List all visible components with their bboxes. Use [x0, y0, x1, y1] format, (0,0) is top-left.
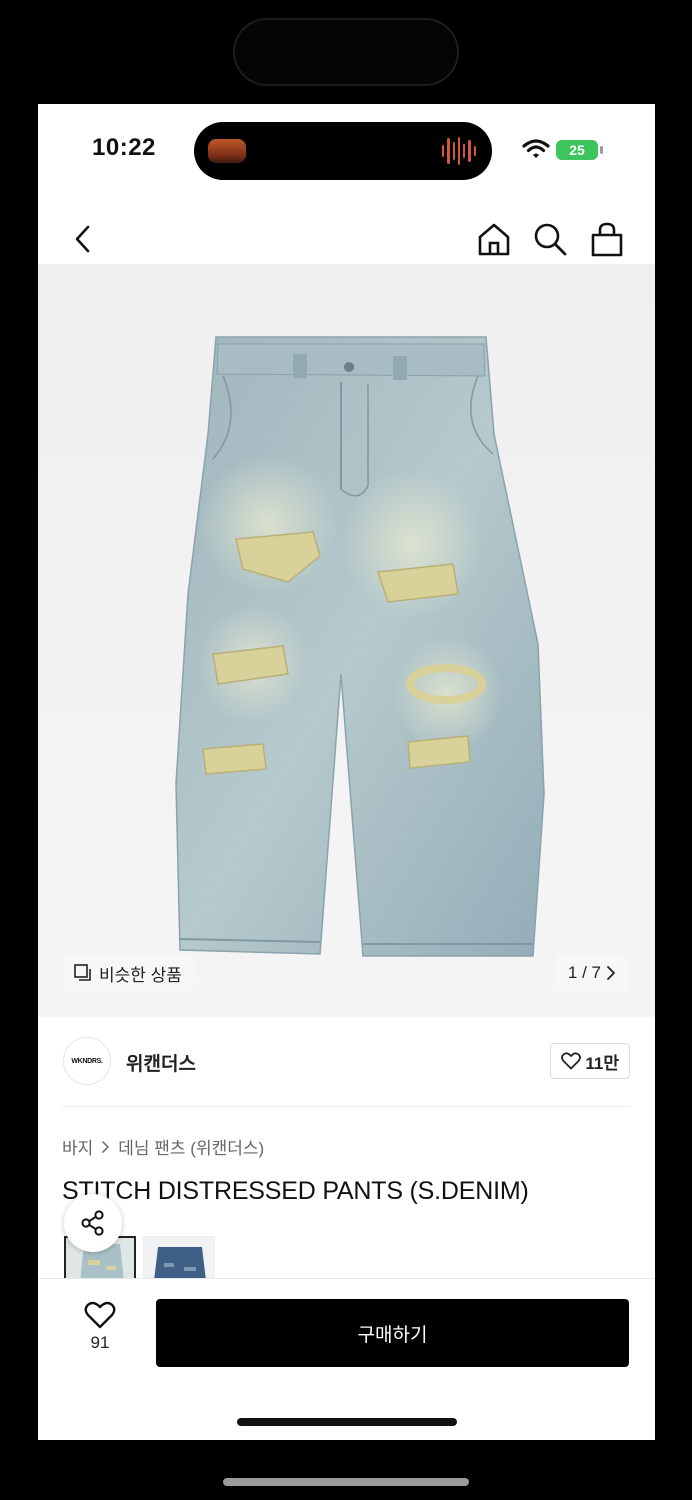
cart-button[interactable] — [588, 220, 626, 258]
heart-icon — [561, 1052, 582, 1070]
share-icon — [81, 1210, 104, 1236]
bottom-purchase-bar: 91 구매하기 — [38, 1278, 655, 1440]
device-top-pill — [233, 18, 459, 86]
denim-pants-image — [175, 336, 545, 957]
similar-products-button[interactable]: 비슷한 상품 — [63, 955, 194, 991]
breadcrumb-subcategory[interactable]: 데님 팬츠 (위캔더스) — [118, 1134, 264, 1159]
status-time: 10:22 — [92, 134, 156, 161]
now-playing-artwork — [208, 139, 246, 163]
search-button[interactable] — [531, 220, 569, 258]
back-button[interactable] — [64, 220, 102, 258]
audio-wave-icon — [442, 136, 476, 166]
top-navigation — [38, 214, 655, 264]
brand-logo[interactable]: WKNDRS. — [63, 1037, 111, 1085]
device-bottom-bar — [223, 1478, 469, 1486]
brand-name[interactable]: 위캔더스 — [126, 1049, 196, 1076]
battery-tip — [600, 146, 603, 154]
home-icon — [478, 223, 510, 256]
breadcrumb-category[interactable]: 바지 — [62, 1134, 93, 1159]
image-counter[interactable]: 1 / 7 — [555, 955, 629, 991]
share-button[interactable] — [64, 1194, 122, 1252]
battery-icon: 25 — [556, 140, 598, 160]
status-bar: 10:22 25 — [38, 104, 655, 200]
search-icon — [534, 223, 567, 256]
color-option-dark-denim[interactable] — [143, 1236, 215, 1280]
wishlist-count: 91 — [90, 1333, 110, 1352]
brand-like-button[interactable]: 11만 — [550, 1043, 630, 1079]
home-button[interactable] — [475, 220, 513, 258]
chevron-left-icon — [75, 225, 90, 253]
heart-icon — [84, 1301, 116, 1329]
product-title: STITCH DISTRESSED PANTS (S.DENIM) — [62, 1177, 529, 1205]
product-image-carousel[interactable]: 비슷한 상품 1 / 7 — [38, 264, 655, 1017]
buy-button[interactable]: 구매하기 — [156, 1299, 629, 1367]
dynamic-island[interactable] — [194, 122, 492, 180]
chevron-right-icon — [102, 1140, 110, 1153]
brand-like-count: 11만 — [585, 1053, 619, 1073]
similar-items-icon — [74, 964, 91, 981]
shopping-bag-icon — [591, 222, 623, 257]
divider — [62, 1106, 631, 1107]
chevron-right-icon — [607, 966, 615, 980]
wifi-icon — [522, 139, 550, 158]
breadcrumb: 바지 데님 팬츠 (위캔더스) — [62, 1134, 264, 1159]
brand-row[interactable]: WKNDRS. 위캔더스 11만 — [62, 1033, 630, 1089]
wishlist-button[interactable]: 91 — [80, 1301, 120, 1361]
phone-screen: 10:22 25 비슷한 상품 1 / 7 WKNDRS. 위캔더스 11만 바… — [38, 104, 655, 1440]
dark-denim-thumbnail — [154, 1247, 206, 1280]
similar-products-label: 비슷한 상품 — [99, 965, 182, 985]
image-counter-text: 1 / 7 — [567, 963, 601, 982]
home-indicator[interactable] — [237, 1418, 457, 1426]
